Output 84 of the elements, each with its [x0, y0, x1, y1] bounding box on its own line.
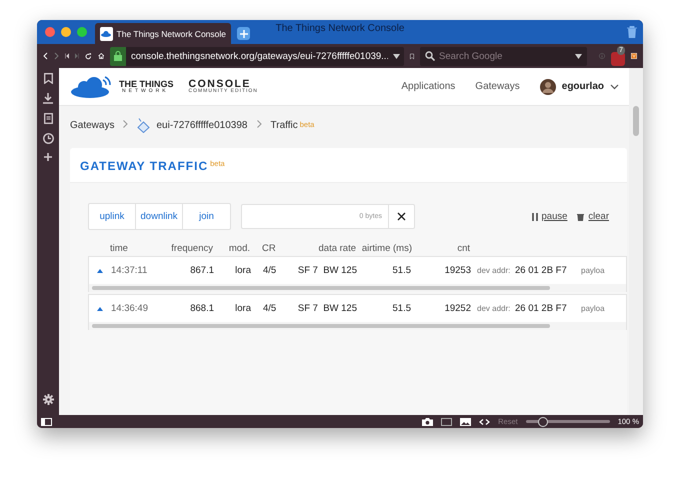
new-tab-button[interactable]	[237, 27, 250, 40]
dropdown-icon[interactable]	[575, 54, 582, 58]
chevron-right-icon[interactable]	[256, 120, 262, 128]
table-cell-text: 51.5	[392, 265, 411, 276]
column-header: time	[109, 242, 129, 254]
slider-thumb[interactable]	[538, 417, 548, 427]
extension-icon[interactable]	[631, 50, 637, 62]
trash-icon	[577, 212, 584, 220]
table-cell-text: 867.1	[189, 265, 214, 276]
code-icon[interactable]	[479, 418, 490, 424]
browser-tab[interactable]: The Things Network Console	[95, 23, 231, 44]
filter-button[interactable]: downlink	[136, 204, 183, 229]
notes-icon[interactable]	[44, 113, 52, 124]
table-cell-text: lora	[234, 265, 251, 276]
table-cell-text: 14:37:11	[110, 265, 148, 276]
clear-button[interactable]: clear	[577, 211, 609, 222]
table-cell-text: 14:36:49	[110, 303, 149, 314]
column-header: frequency	[170, 242, 213, 254]
table-cell-text: 51.5	[392, 303, 411, 314]
user-name[interactable]: egourlao	[562, 81, 604, 92]
filter-button[interactable]: join	[183, 204, 230, 229]
field-label: dev addr:	[476, 304, 512, 313]
dropdown-icon[interactable]	[393, 54, 400, 58]
pause-button[interactable]: pause	[532, 211, 568, 222]
download-icon[interactable]	[43, 93, 53, 104]
field-label: payloa	[581, 304, 605, 313]
scrollbar[interactable]	[633, 106, 639, 136]
bookmark-icon[interactable]	[44, 73, 52, 84]
column-header: mod.	[228, 242, 250, 254]
lock-icon[interactable]	[114, 51, 122, 61]
table-cell-text: 4/5	[262, 265, 278, 276]
table-cell-text: lora	[234, 303, 251, 314]
column-header: cnt	[456, 242, 470, 254]
plus-icon[interactable]	[44, 153, 52, 161]
chevron-right-icon[interactable]	[123, 120, 128, 128]
search-box[interactable]: Search Google	[420, 46, 587, 66]
cloud-icon[interactable]	[101, 30, 112, 36]
search-field[interactable]: Search Google	[439, 50, 571, 62]
table-cell-text: 19253	[444, 265, 471, 276]
table-cell-text: SF 7 BW 125	[296, 265, 357, 276]
table-cell-text: 26 01 2B F7	[515, 303, 568, 314]
table-cell-text: 868.1	[189, 303, 214, 314]
search-icon[interactable]	[425, 51, 435, 61]
window-icon[interactable]	[441, 418, 452, 426]
first-icon[interactable]	[65, 51, 69, 61]
zoom-button[interactable]	[77, 27, 87, 37]
column-header: data rate	[318, 242, 356, 254]
window-title: The Things Network Console	[276, 23, 404, 34]
table-cell-text: 4/5	[262, 303, 278, 314]
scrollbar[interactable]	[92, 324, 550, 328]
field-label: payloa	[581, 266, 605, 275]
scrollbar[interactable]	[92, 286, 550, 290]
breadcrumb-link[interactable]: Gateways	[70, 120, 114, 130]
address-bar[interactable]: console.thethingsnetwork.org/gateways/eui-7276fffffe01039...	[110, 46, 404, 66]
chevron-down-icon[interactable]	[610, 84, 619, 90]
minimize-button[interactable]	[61, 27, 71, 37]
table-cell-text: 26 01 2B F7	[515, 265, 568, 276]
history-icon[interactable]	[42, 133, 54, 144]
settings-icon[interactable]	[42, 394, 54, 405]
trash-icon[interactable]	[627, 26, 637, 38]
home-icon[interactable]	[98, 50, 104, 62]
camera-icon[interactable]	[422, 418, 434, 426]
avatar-icon[interactable]	[540, 78, 556, 94]
card-title: GATEWAY TRAFFIC	[80, 159, 208, 173]
brand-name: THE THINGS	[119, 80, 174, 88]
column-header: CR	[261, 242, 277, 254]
gateway-icon[interactable]	[137, 118, 150, 132]
sidebar-toggle-icon[interactable]	[41, 418, 52, 426]
column-header: airtime (ms)	[360, 242, 412, 254]
uplink-arrow-icon[interactable]	[97, 307, 103, 311]
nav-link[interactable]: Applications	[401, 81, 456, 92]
nav-link[interactable]: Gateways	[475, 81, 520, 92]
image-icon[interactable]	[460, 418, 472, 426]
table-cell-text: 19252	[444, 303, 471, 314]
close-icon[interactable]	[397, 212, 406, 221]
field-label: dev addr:	[476, 266, 512, 275]
product-name: CONSOLE	[188, 78, 251, 90]
pause-icon	[532, 212, 538, 220]
breadcrumb-link[interactable]: eui-7276fffffe010398	[156, 120, 248, 130]
breadcrumb-current: Traffic	[270, 120, 298, 130]
table-cell-text: SF 7 BW 125	[296, 303, 357, 314]
uplink-arrow-icon[interactable]	[97, 269, 103, 273]
filter-button[interactable]: uplink	[89, 204, 136, 229]
bookmark-icon[interactable]	[410, 50, 414, 62]
